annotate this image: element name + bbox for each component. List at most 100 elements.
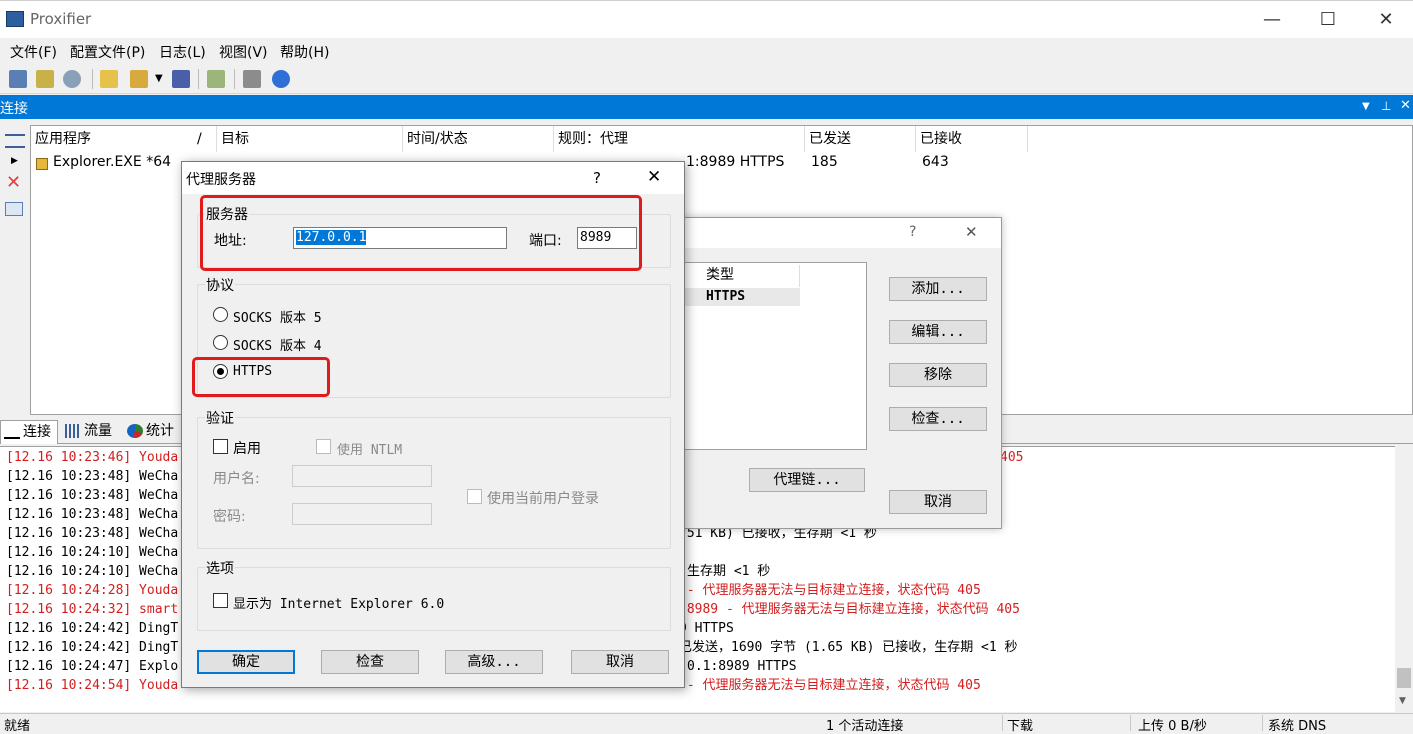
kill-process-icon[interactable] bbox=[5, 202, 23, 216]
help-icon[interactable] bbox=[272, 70, 290, 88]
save-profile-icon[interactable] bbox=[172, 70, 190, 88]
ok-button[interactable]: 确定 bbox=[197, 650, 295, 674]
log-entry[interactable]: [12.16 10:24:32] smart bbox=[6, 600, 178, 619]
enable-auth-label[interactable]: 启用 bbox=[233, 438, 261, 458]
socks4-label[interactable]: SOCKS 版本 4 bbox=[233, 335, 322, 354]
dns-icon[interactable] bbox=[63, 70, 81, 88]
ntlm-checkbox[interactable] bbox=[316, 439, 331, 454]
maximize-button[interactable]: ☐ bbox=[1305, 7, 1351, 33]
log-icon[interactable] bbox=[36, 70, 54, 88]
cell-received: 643 bbox=[922, 154, 949, 170]
help-button[interactable]: ? bbox=[909, 224, 916, 240]
dialog-title: 代理服务器 bbox=[186, 172, 256, 188]
proxy-settings-icon[interactable] bbox=[207, 70, 225, 88]
pane-close-icon[interactable]: ✕ bbox=[1400, 98, 1411, 113]
auth-group-label: 验证 bbox=[205, 408, 235, 428]
menu-log[interactable]: 日志(L) bbox=[159, 42, 206, 62]
expand-icon[interactable]: ▶ bbox=[11, 156, 18, 166]
menu-bar: 文件(F) 配置文件(P) 日志(L) 视图(V) 帮助(H) bbox=[0, 38, 1413, 64]
help-button[interactable]: ? bbox=[593, 169, 601, 187]
enable-auth-checkbox[interactable] bbox=[213, 439, 228, 454]
socks5-label[interactable]: SOCKS 版本 5 bbox=[233, 307, 322, 326]
ntlm-label: 使用 NTLM bbox=[337, 443, 403, 458]
current-user-checkbox[interactable] bbox=[467, 489, 482, 504]
column-header-received[interactable]: 已接收 bbox=[916, 126, 1028, 152]
log-entry[interactable]: [12.16 10:24:10] WeCha bbox=[6, 543, 178, 562]
ie-checkbox[interactable] bbox=[213, 593, 228, 608]
advanced-button[interactable]: 高级... bbox=[445, 650, 543, 674]
proxy-list[interactable]: 类型 HTTPS bbox=[681, 262, 867, 450]
log-entry[interactable]: [12.16 10:23:48] WeCha bbox=[6, 467, 178, 486]
pin-icon[interactable]: ⊥ bbox=[1381, 99, 1391, 113]
username-input[interactable] bbox=[292, 465, 432, 487]
check-proxy-button[interactable]: 检查... bbox=[889, 407, 987, 431]
open-profile-icon[interactable] bbox=[130, 70, 148, 88]
list-view-icon[interactable] bbox=[5, 134, 25, 148]
tab-traffic[interactable]: 流量 bbox=[62, 420, 122, 444]
column-header-time-status[interactable]: 时间/状态 bbox=[403, 126, 554, 152]
active-connections: 1 个活动连接 bbox=[826, 719, 904, 734]
log-scrollbar[interactable]: ▼ bbox=[1395, 446, 1413, 712]
log-entry-detail: 0.1:8989 HTTPS bbox=[687, 659, 797, 674]
sort-indicator-icon: / bbox=[197, 131, 202, 147]
chevron-down-icon[interactable]: ▼ bbox=[155, 73, 163, 84]
log-entry[interactable]: [12.16 10:24:28] Youda bbox=[6, 581, 178, 600]
new-profile-icon[interactable] bbox=[100, 70, 118, 88]
list-column-type[interactable]: 类型 bbox=[682, 265, 800, 287]
socks4-radio[interactable] bbox=[213, 335, 228, 350]
close-connection-icon[interactable]: ✕ bbox=[6, 172, 21, 193]
edit-proxy-button[interactable]: 编辑... bbox=[889, 320, 987, 344]
password-input[interactable] bbox=[292, 503, 432, 525]
window-title: Proxifier bbox=[30, 10, 92, 28]
print-icon[interactable] bbox=[243, 70, 261, 88]
log-entry[interactable]: [12.16 10:23:48] WeCha bbox=[6, 524, 178, 543]
server-highlight-box bbox=[200, 195, 642, 271]
log-entry[interactable]: [12.16 10:24:47] Explo bbox=[6, 657, 178, 676]
log-entry[interactable]: [12.16 10:23:46] Youda bbox=[6, 448, 178, 467]
menu-file[interactable]: 文件(F) bbox=[10, 42, 57, 62]
connections-icon[interactable] bbox=[9, 70, 27, 88]
options-group-label: 选项 bbox=[205, 558, 235, 578]
status-bar: 就绪 1 个活动连接 下载 上传 0 B/秒 系统 DNS bbox=[0, 713, 1413, 734]
log-entry[interactable]: [12.16 10:23:48] WeCha bbox=[6, 486, 178, 505]
connections-tab-icon bbox=[4, 425, 20, 439]
close-button[interactable]: ✕ bbox=[1363, 7, 1409, 33]
log-entry[interactable]: [12.16 10:24:10] WeCha bbox=[6, 562, 178, 581]
remove-proxy-button[interactable]: 移除 bbox=[889, 363, 987, 387]
dialog-close-button[interactable]: ✕ bbox=[965, 223, 978, 241]
socks5-radio[interactable] bbox=[213, 307, 228, 322]
column-header-sent[interactable]: 已发送 bbox=[805, 126, 916, 152]
log-entry[interactable]: [12.16 10:24:42] DingT bbox=[6, 638, 178, 657]
scroll-down-icon[interactable]: ▼ bbox=[1399, 696, 1406, 706]
toolbar: ▼ bbox=[0, 64, 1413, 94]
list-row-type[interactable]: HTTPS bbox=[682, 288, 800, 306]
ie-label[interactable]: 显示为 Internet Explorer 6.0 bbox=[233, 593, 444, 612]
proxifier-app-icon bbox=[6, 11, 24, 27]
proxy-chain-button[interactable]: 代理链... bbox=[749, 468, 865, 492]
menu-profile[interactable]: 配置文件(P) bbox=[70, 42, 145, 62]
log-entry[interactable]: [12.16 10:24:54] Youda bbox=[6, 676, 178, 695]
current-user-label: 使用当前用户登录 bbox=[487, 491, 599, 507]
menu-view[interactable]: 视图(V) bbox=[219, 42, 268, 62]
auth-group bbox=[197, 417, 671, 549]
minimize-button[interactable]: — bbox=[1249, 7, 1295, 33]
column-header-target[interactable]: 目标 bbox=[217, 126, 403, 152]
dns-mode: 系统 DNS bbox=[1268, 719, 1327, 734]
dialog-close-button[interactable]: ✕ bbox=[647, 167, 661, 187]
tab-statistics[interactable]: 统计 bbox=[124, 420, 184, 444]
check-button[interactable]: 检查 bbox=[321, 650, 419, 674]
cell-rule-proxy: 1:8989 HTTPS bbox=[686, 154, 785, 170]
pane-menu-icon[interactable]: ▼ bbox=[1362, 101, 1370, 112]
column-header-rule-proxy[interactable]: 规则：代理 bbox=[554, 126, 805, 152]
scrollbar-thumb[interactable] bbox=[1397, 668, 1411, 688]
cancel-button[interactable]: 取消 bbox=[571, 650, 669, 674]
tab-connections[interactable]: 连接 bbox=[0, 420, 58, 444]
add-proxy-button[interactable]: 添加... bbox=[889, 277, 987, 301]
log-entry[interactable]: [12.16 10:24:42] DingT bbox=[6, 619, 178, 638]
log-entry[interactable]: [12.16 10:23:48] WeCha bbox=[6, 505, 178, 524]
password-label: 密码: bbox=[213, 509, 246, 525]
proxies-cancel-button[interactable]: 取消 bbox=[889, 490, 987, 514]
column-header-application[interactable]: 应用程序 / bbox=[31, 126, 217, 152]
menu-help[interactable]: 帮助(H) bbox=[280, 42, 329, 62]
log-entry-detail: - 代理服务器无法与目标建立连接，状态代码 405 bbox=[679, 678, 981, 693]
